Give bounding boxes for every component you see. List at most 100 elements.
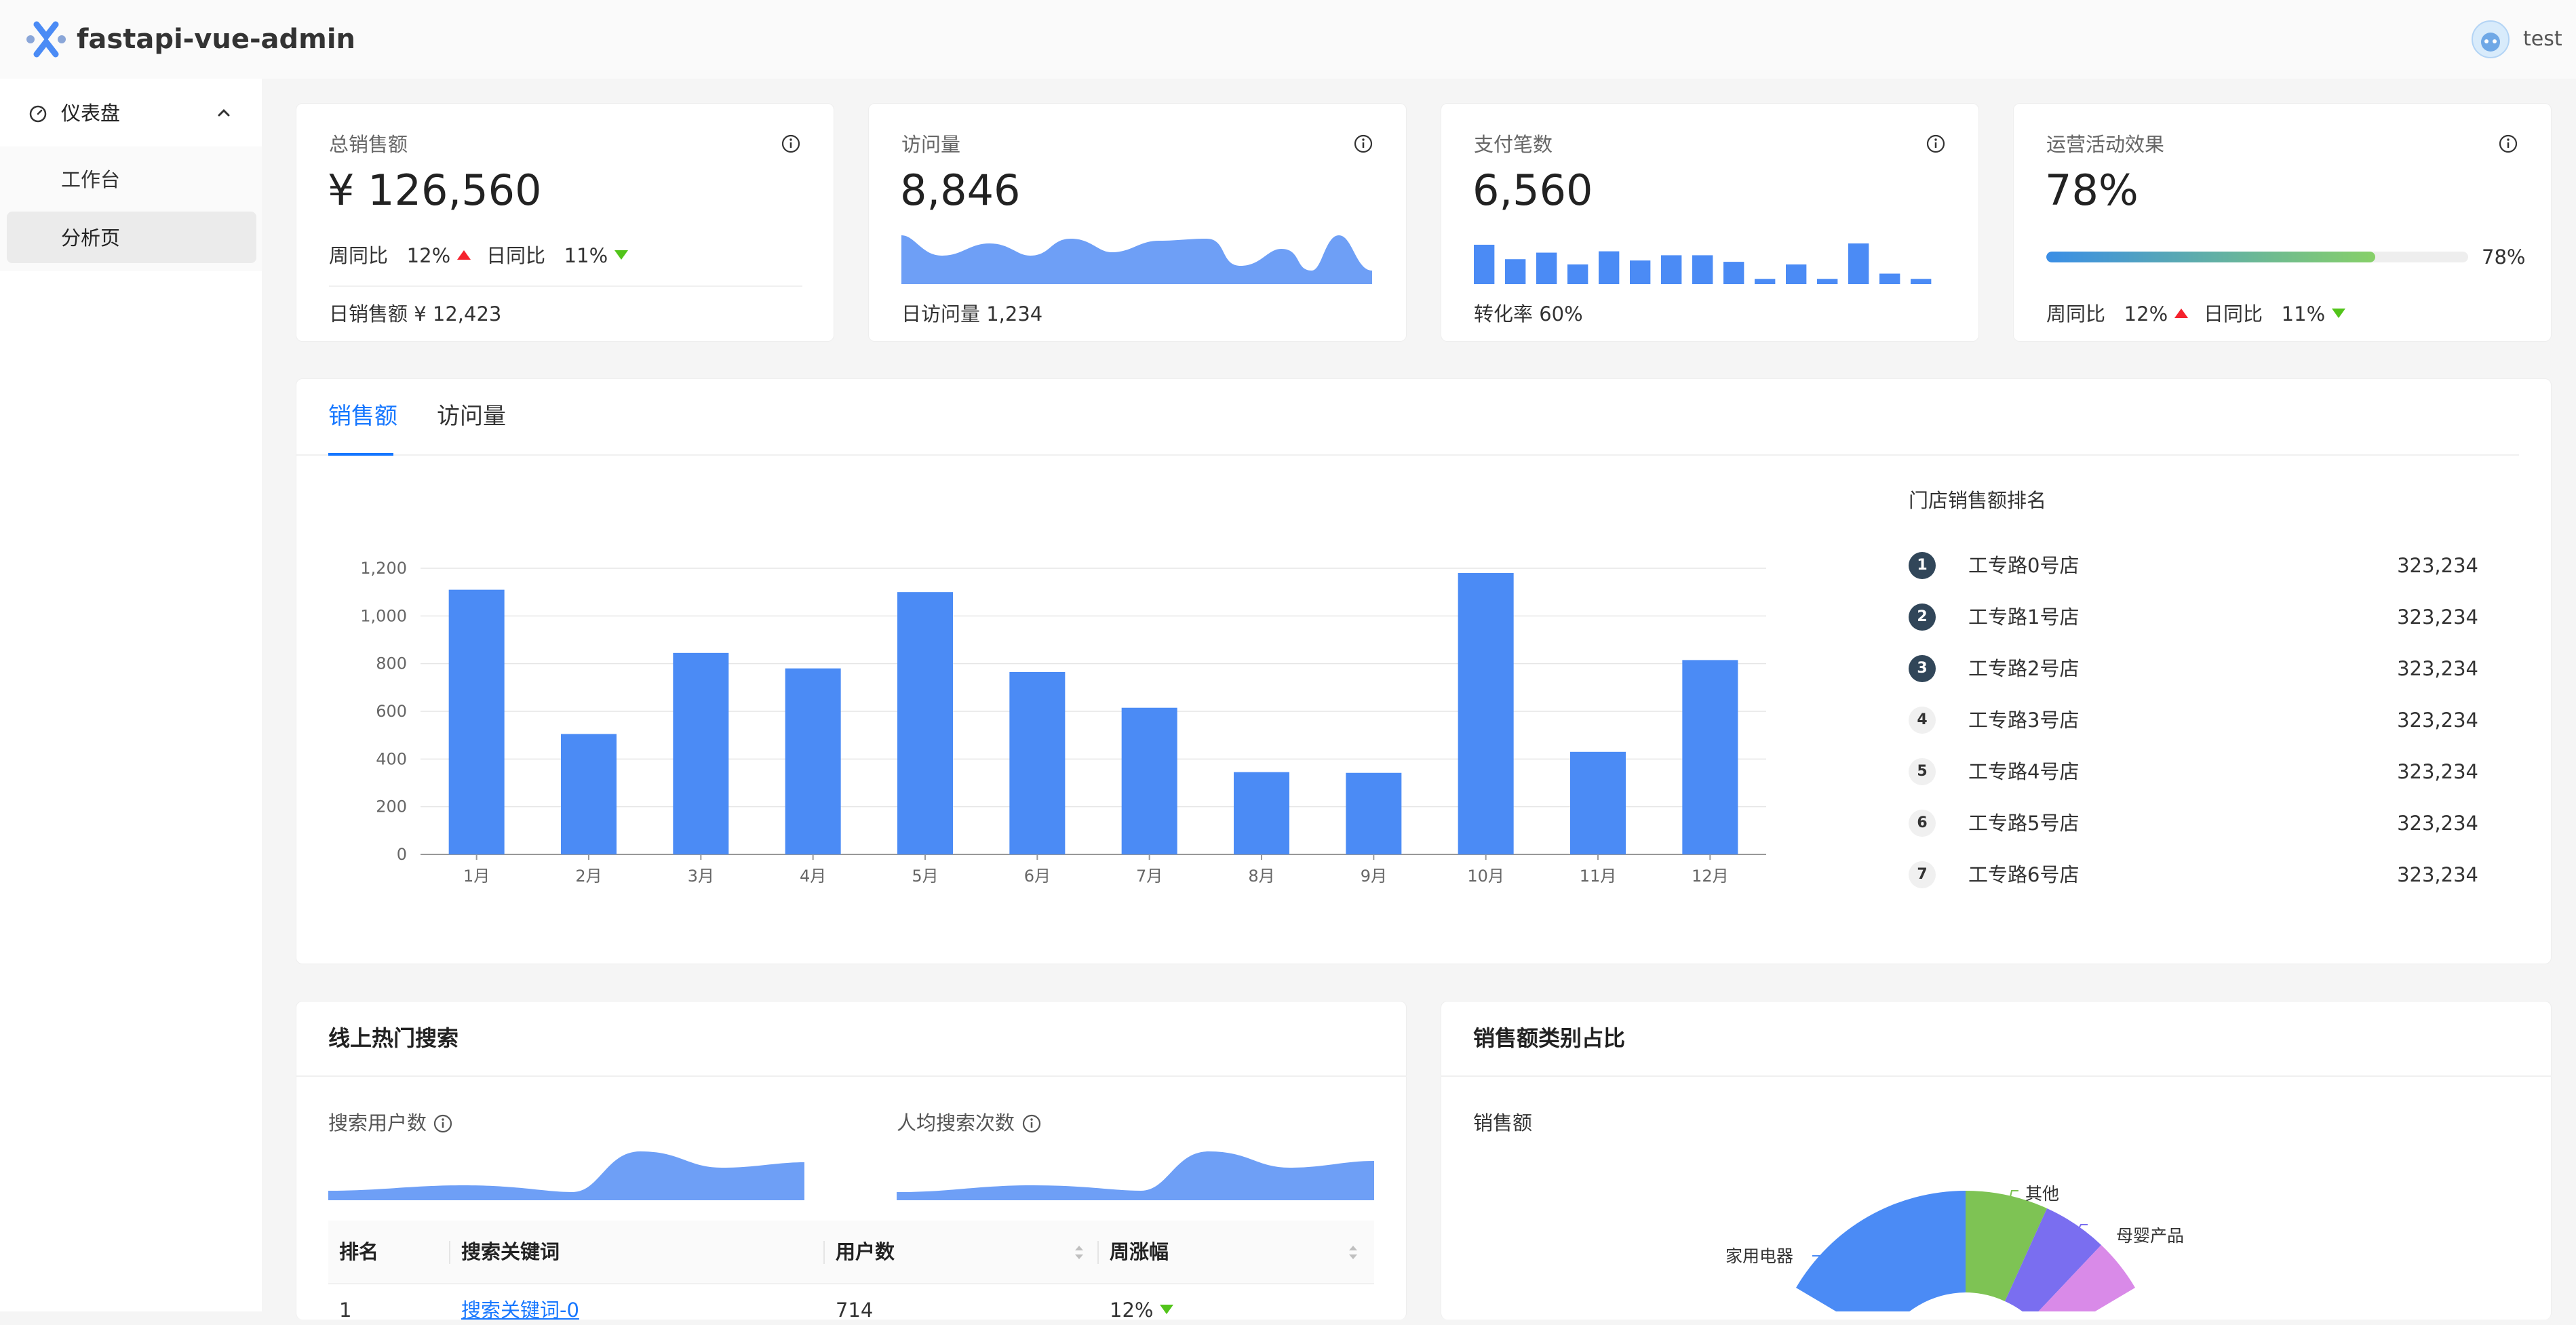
cell-change-value: 12% [1110,1299,1154,1322]
rank-value: 323,234 [2397,657,2478,680]
rank-store-name: 工专路3号店 [1968,709,2080,732]
pay-bar [1911,279,1932,284]
rank-badge: 3 [1909,655,1936,682]
cell-users: 714 [836,1299,874,1322]
stat-value: ¥ 126,560 [328,165,542,215]
x-tick-label: 12月 [1692,867,1729,886]
sidebar-item-analysis[interactable] [7,212,256,263]
rank-store-name: 工专路5号店 [1968,812,2080,835]
rank-value: 323,234 [2397,709,2478,732]
stat-card-total-sales: 总销售额 ¥ 126,560 周同比 12% 日同比 11% 日销售额 ¥ 12… [296,103,834,342]
bar-1月[interactable] [448,589,505,854]
app-title: fastapi-vue-admin [77,24,356,55]
bar-8月[interactable] [1234,772,1289,854]
sales-bar-chart: 0 200 400 600 800 1,000 1,200 1月 2月 3月 4月 5月 6月 7月 8月 9… [353,542,1818,895]
info-icon[interactable] [781,134,801,154]
visits-area [901,235,1372,284]
info-icon[interactable] [2498,134,2518,154]
y-tick-label: 200 [376,797,407,816]
tab-visits[interactable]: 访问量 [437,400,506,433]
stat-title: 运营活动效果 [2046,133,2165,156]
search-users-label: 搜索用户数 [328,1111,427,1134]
progress-label: 78% [2482,245,2526,269]
pie-label-home-appliance: 家用电器 [1725,1246,1794,1266]
cell-keyword-link[interactable]: 搜索关键词-0 [461,1295,579,1325]
rank-badge: 5 [1909,758,1936,785]
info-icon[interactable] [433,1113,453,1134]
bar-11月[interactable] [1570,751,1626,854]
pay-bar [1505,259,1526,284]
trend-down-icon [2332,309,2346,318]
tab-sales[interactable]: 销售额 [328,400,397,433]
sidebar-item-analysis-label[interactable]: 分析页 [61,224,120,252]
x-tick-label: 11月 [1580,867,1617,886]
bar-7月[interactable] [1121,707,1177,854]
bar-9月[interactable] [1346,772,1402,854]
pay-bar [1817,279,1838,284]
info-icon[interactable] [1926,134,1946,154]
stat-card-campaign: 运营活动效果 78% 78% 周同比 12% 日同比 11% [2013,103,2552,342]
week-compare: 周同比 12% [329,242,471,269]
bar-6月[interactable] [1009,671,1066,854]
hot-search-title: 线上热门搜索 [328,1025,459,1051]
rank-store-name: 工专路2号店 [1968,657,2080,680]
sort-icon[interactable] [1347,1241,1359,1264]
avatar[interactable] [2472,20,2510,58]
pie-label-other: 其他 [2025,1184,2060,1204]
username[interactable]: test [2523,24,2562,54]
column-header-users[interactable]: 用户数 [836,1237,895,1267]
rank-badge: 6 [1909,810,1936,837]
week-compare-label: 周同比 [329,244,389,267]
progress-track [2046,252,2468,262]
x-tick-label: 5月 [912,867,938,886]
cell-rank: 1 [339,1299,352,1322]
bar-2月[interactable] [561,734,617,854]
day-compare-label: 日同比 [486,244,546,267]
x-tick-label: 2月 [575,867,602,886]
pay-bar [1848,243,1869,284]
info-icon[interactable] [1021,1113,1042,1134]
trend-up-icon [2174,309,2189,318]
x-tick-label: 10月 [1467,867,1504,886]
week-compare-value: 12% [2124,302,2168,325]
rank-store-name: 工专路6号店 [1968,863,2080,886]
week-compare-value: 12% [406,244,451,267]
avg-searches-area-chart [897,1147,1374,1200]
day-compare-value: 11% [564,244,608,267]
stat-footer: 日访问量 1,234 [901,302,1043,325]
ranking-row: 6 工专路5号店 323,234 [1909,806,2478,838]
pie-slice-home-appliance [1796,1191,1966,1311]
week-compare: 周同比 12% [2046,300,2189,328]
divider [329,285,802,287]
sort-icon[interactable] [1073,1241,1085,1264]
column-header-change[interactable]: 周涨幅 [1110,1237,1169,1267]
bar-10月[interactable] [1458,573,1514,854]
bar-12月[interactable] [1682,660,1738,854]
stat-card-payments: 支付笔数 6,560 转化率 60% [1441,103,1979,342]
bar-5月[interactable] [897,592,953,854]
ranking-title: 门店销售额排名 [1909,489,2047,512]
chevron-up-icon[interactable] [216,106,232,119]
dashboard-gauge-icon [28,104,47,123]
pay-bar [1630,260,1651,284]
day-compare-value: 11% [2281,302,2326,325]
x-tick-label: 7月 [1136,867,1163,886]
y-tick-label: 600 [376,702,407,721]
rank-store-name: 工专路0号店 [1968,554,2080,577]
rank-badge: 1 [1909,552,1936,579]
rank-store-name: 工专路4号店 [1968,760,2080,783]
pay-bar [1599,251,1620,284]
column-header-rank: 排名 [339,1240,379,1263]
stat-value: 78% [2045,165,2139,215]
bar-4月[interactable] [785,668,841,854]
info-icon[interactable] [1353,134,1373,154]
bar-3月[interactable] [673,652,729,854]
stat-value: 6,560 [1472,165,1593,215]
stat-footer: 转化率 60% [1474,302,1583,325]
logo-icon[interactable] [24,18,68,61]
y-tick-label: 800 [376,654,407,673]
stat-title: 访问量 [901,133,961,156]
pay-bar [1536,252,1557,284]
sidebar-item-workbench[interactable]: 工作台 [61,165,120,194]
week-compare-label: 周同比 [2046,302,2106,325]
